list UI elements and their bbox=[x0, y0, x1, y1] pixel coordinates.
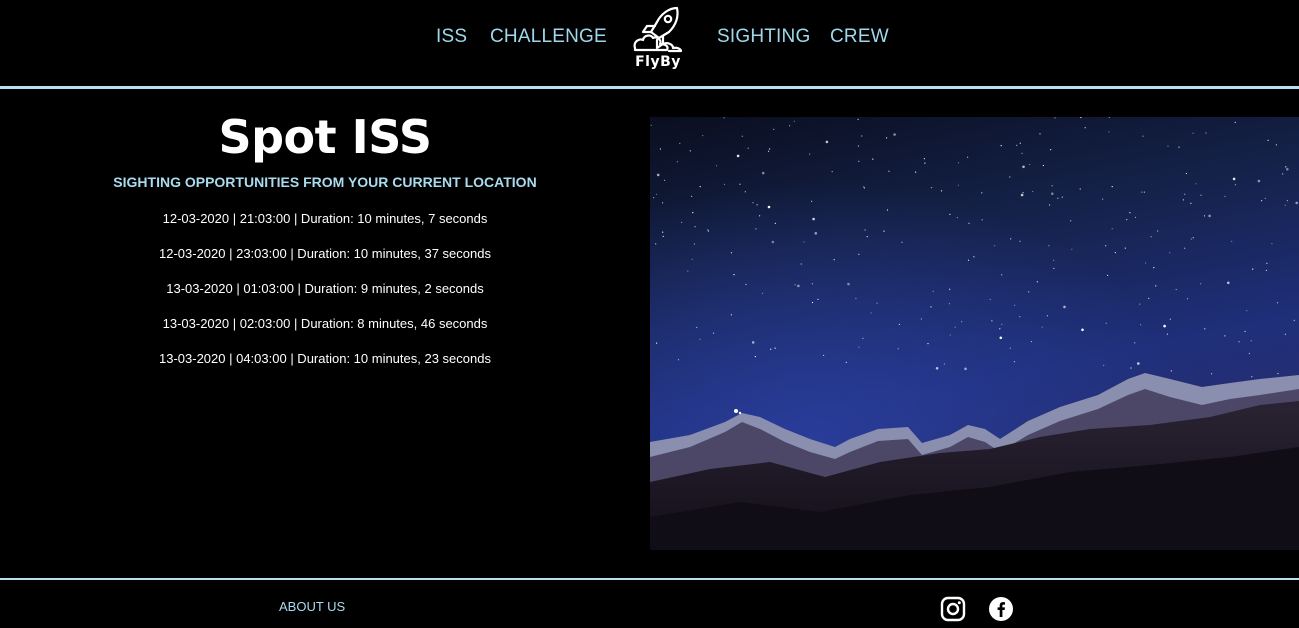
page-title: Spot ISS bbox=[218, 110, 432, 164]
facebook-icon[interactable] bbox=[988, 596, 1014, 622]
sighting-item: 13-03-2020 | 01:03:00 | Duration: 9 minu… bbox=[166, 281, 484, 296]
night-sky-mountain-image bbox=[650, 117, 1299, 550]
rocket-icon bbox=[633, 6, 683, 53]
sighting-list: 12-03-2020 | 21:03:00 | Duration: 10 min… bbox=[0, 211, 650, 386]
sighting-item: 12-03-2020 | 21:03:00 | Duration: 10 min… bbox=[162, 211, 488, 226]
section-subtitle: SIGHTING OPPORTUNITIES FROM YOUR CURRENT… bbox=[113, 174, 537, 190]
nav-link-crew[interactable]: CREW bbox=[830, 26, 889, 48]
hero-illustration bbox=[650, 117, 1299, 550]
logo-text: FlyBy bbox=[635, 54, 681, 70]
instagram-icon[interactable] bbox=[940, 596, 966, 622]
flyby-logo[interactable]: FlyBy bbox=[627, 4, 691, 72]
nav-link-sighting[interactable]: SIGHTING bbox=[717, 26, 810, 48]
top-navbar: ISS CHALLENGE FlyBy SIGHTING CREW bbox=[0, 0, 1299, 86]
nav-link-iss[interactable]: ISS bbox=[436, 26, 467, 48]
nav-link-challenge[interactable]: CHALLENGE bbox=[490, 26, 607, 48]
about-us-link[interactable]: ABOUT US bbox=[279, 599, 345, 614]
sighting-item: 13-03-2020 | 02:03:00 | Duration: 8 minu… bbox=[162, 316, 488, 331]
sighting-item: 13-03-2020 | 04:03:00 | Duration: 10 min… bbox=[159, 351, 491, 366]
footer: ABOUT US bbox=[0, 580, 1299, 628]
sighting-item: 12-03-2020 | 23:03:00 | Duration: 10 min… bbox=[159, 246, 491, 261]
